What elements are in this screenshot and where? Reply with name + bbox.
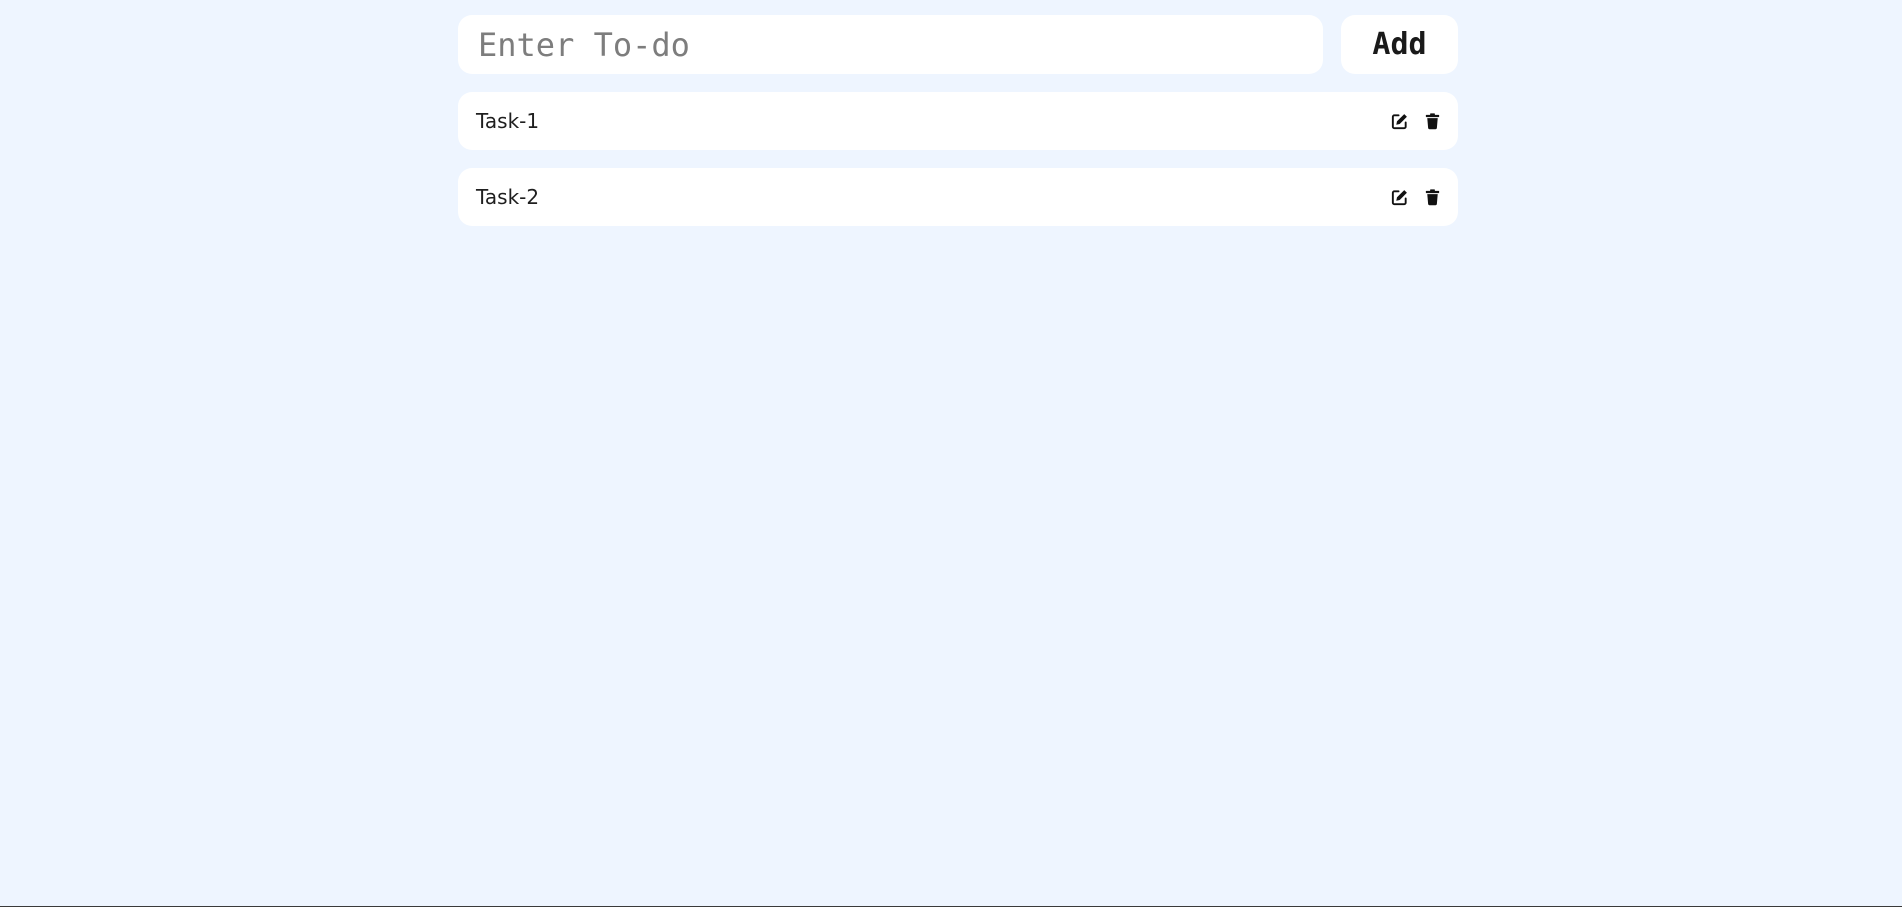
list-item: Task-2 bbox=[458, 168, 1458, 226]
item-actions bbox=[1389, 187, 1442, 207]
edit-icon[interactable] bbox=[1389, 111, 1409, 131]
add-button[interactable]: Add bbox=[1341, 15, 1458, 74]
todo-container: Add Task-1 bbox=[458, 15, 1458, 244]
add-todo-form: Add bbox=[458, 15, 1458, 74]
todo-text: Task-1 bbox=[476, 109, 540, 133]
todo-text: Task-2 bbox=[476, 185, 540, 209]
app-page: Add Task-1 bbox=[0, 0, 1902, 907]
todo-input[interactable] bbox=[458, 15, 1323, 74]
edit-icon[interactable] bbox=[1389, 187, 1409, 207]
trash-icon[interactable] bbox=[1422, 187, 1442, 207]
todo-list: Task-1 Task-2 bbox=[458, 92, 1458, 226]
list-item: Task-1 bbox=[458, 92, 1458, 150]
item-actions bbox=[1389, 111, 1442, 131]
trash-icon[interactable] bbox=[1422, 111, 1442, 131]
